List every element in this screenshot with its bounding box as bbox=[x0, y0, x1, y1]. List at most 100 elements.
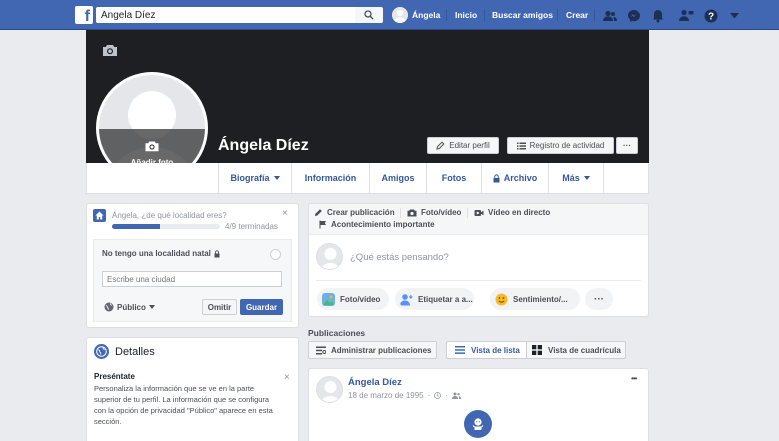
list-icon bbox=[516, 142, 526, 149]
photo-video-tab[interactable]: Foto/vídeo bbox=[407, 208, 461, 217]
skip-button[interactable]: Omitir bbox=[202, 299, 237, 315]
lock-icon bbox=[214, 249, 220, 257]
activity-log-button[interactable]: Registro de actividad bbox=[507, 137, 614, 154]
progress-bar bbox=[112, 224, 220, 229]
intro-text-line: Personaliza la información que se ve en … bbox=[94, 384, 255, 393]
intro-text-line: superior de tu perfil. La información qu… bbox=[94, 395, 270, 404]
chevron-down-icon bbox=[148, 305, 155, 309]
post-options-button[interactable]: ••• bbox=[631, 374, 637, 383]
chevron-down-icon bbox=[273, 176, 280, 180]
camera-icon bbox=[407, 209, 417, 216]
create-post-tab[interactable]: Crear publicación bbox=[314, 208, 395, 217]
life-event-badge bbox=[464, 410, 492, 438]
nav-find-friends-link[interactable]: Buscar amigos bbox=[492, 10, 553, 20]
manage-posts-button[interactable]: Administrar publicaciones bbox=[308, 341, 437, 359]
tag-friends-label: Etiquetar a a... bbox=[418, 294, 473, 304]
composer-input[interactable]: ¿Qué estás pensando? bbox=[350, 252, 449, 263]
more-options-button[interactable]: ··· bbox=[616, 137, 638, 154]
meta-separator: · bbox=[445, 391, 448, 400]
progress-text: 4/9 terminadas bbox=[225, 222, 278, 231]
composer-more-button[interactable]: ··· bbox=[585, 288, 613, 310]
nav-divider bbox=[446, 9, 447, 21]
tab-archive[interactable]: Archivo bbox=[482, 163, 548, 193]
live-video-tab-label: Vídeo en directo bbox=[488, 208, 551, 217]
facebook-logo[interactable]: f bbox=[75, 6, 93, 24]
create-post-label: Crear publicación bbox=[327, 208, 395, 217]
tag-friends-icon bbox=[400, 293, 413, 305]
tab-timeline[interactable]: Biografía bbox=[219, 163, 291, 193]
lock-icon bbox=[493, 173, 500, 182]
list-view-label: Vista de lista bbox=[471, 345, 520, 355]
save-button[interactable]: Guardar bbox=[240, 299, 283, 315]
activity-log-label: Registro de actividad bbox=[529, 141, 605, 150]
pencil-icon bbox=[315, 209, 322, 216]
no-hometown-radio[interactable] bbox=[270, 249, 281, 260]
svg-text:?: ? bbox=[707, 11, 713, 22]
details-title: Detalles bbox=[115, 346, 155, 358]
tab-photos[interactable]: Fotos bbox=[427, 163, 481, 193]
video-camera-icon bbox=[474, 209, 484, 216]
tag-friends-button[interactable]: Etiquetar a a... bbox=[395, 288, 474, 310]
nav-divider bbox=[484, 9, 485, 21]
camera-icon bbox=[145, 141, 159, 152]
clock-icon bbox=[434, 392, 442, 399]
search-input[interactable] bbox=[96, 7, 355, 23]
privacy-label: Público bbox=[117, 302, 146, 312]
composer-tab-divider bbox=[467, 208, 468, 218]
photo-icon bbox=[322, 292, 335, 306]
meta-separator: · bbox=[427, 391, 431, 400]
city-input[interactable] bbox=[102, 271, 282, 287]
menu-arrow-icon[interactable] bbox=[726, 7, 743, 24]
no-hometown-label: No tengo una localidad natal bbox=[102, 249, 211, 258]
post-date[interactable]: 18 de marzo de 1995 bbox=[348, 391, 424, 400]
tab-divider bbox=[603, 163, 604, 193]
profile-name[interactable]: Ángela Díez bbox=[218, 137, 309, 155]
close-icon[interactable]: × bbox=[282, 208, 288, 219]
list-view-tab[interactable]: Vista de lista bbox=[446, 341, 527, 359]
globe-icon bbox=[94, 344, 109, 359]
progress-fill bbox=[112, 224, 160, 229]
intro-text-line: sección. bbox=[94, 417, 122, 426]
friends-icon[interactable] bbox=[601, 7, 618, 24]
privacy-selector[interactable]: Público bbox=[104, 302, 155, 312]
tab-friends[interactable]: Amigos bbox=[370, 163, 426, 193]
pencil-icon bbox=[436, 141, 445, 150]
tab-timeline-label: Biografía bbox=[230, 173, 270, 183]
close-icon[interactable]: × bbox=[284, 372, 290, 383]
post-meta: 18 de marzo de 1995 · · bbox=[348, 391, 461, 400]
tab-more[interactable]: Más bbox=[549, 163, 603, 193]
feeling-button[interactable]: Sentimiento/... bbox=[490, 288, 580, 310]
quick-help-icon[interactable] bbox=[678, 7, 695, 24]
nav-avatar[interactable] bbox=[392, 7, 408, 23]
intro-text-line: con la opción de privacidad "Público" ap… bbox=[94, 406, 273, 415]
flag-icon bbox=[319, 220, 326, 229]
intro-title: Preséntate bbox=[94, 372, 135, 381]
nav-home-link[interactable]: Inicio bbox=[455, 10, 477, 20]
photo-video-button[interactable]: Foto/vídeo bbox=[317, 288, 389, 310]
edit-profile-button[interactable]: Editar perfil bbox=[427, 137, 499, 154]
post-author-avatar[interactable] bbox=[316, 376, 343, 403]
tab-about[interactable]: Información bbox=[292, 163, 369, 193]
messenger-icon[interactable] bbox=[625, 7, 642, 24]
grid-view-icon bbox=[532, 345, 542, 355]
photo-video-button-label: Foto/vídeo bbox=[340, 294, 381, 304]
search-button[interactable] bbox=[355, 7, 383, 23]
notifications-icon[interactable] bbox=[649, 7, 666, 24]
life-event-label: Acontecimiento importante bbox=[331, 220, 435, 229]
life-event-tab[interactable]: Acontecimiento importante bbox=[319, 220, 435, 229]
help-icon[interactable]: ? bbox=[702, 7, 719, 24]
nav-profile-link[interactable]: Ángela bbox=[412, 10, 440, 20]
live-video-tab[interactable]: Vídeo en directo bbox=[474, 208, 550, 217]
friends-audience-icon[interactable] bbox=[451, 392, 461, 399]
grid-view-tab[interactable]: Vista de cuadrícula bbox=[526, 341, 626, 359]
nav-create-link[interactable]: Crear bbox=[566, 10, 588, 20]
edit-profile-label: Editar perfil bbox=[449, 141, 490, 150]
post-author-name[interactable]: Ángela Díez bbox=[348, 377, 402, 388]
manage-posts-label: Administrar publicaciones bbox=[331, 345, 432, 355]
tab-more-label: Más bbox=[562, 173, 580, 183]
posts-header: Publicaciones bbox=[308, 328, 366, 338]
chevron-down-icon bbox=[583, 176, 590, 180]
home-icon bbox=[93, 209, 106, 222]
baby-icon bbox=[472, 418, 484, 430]
camera-icon[interactable] bbox=[102, 44, 118, 57]
